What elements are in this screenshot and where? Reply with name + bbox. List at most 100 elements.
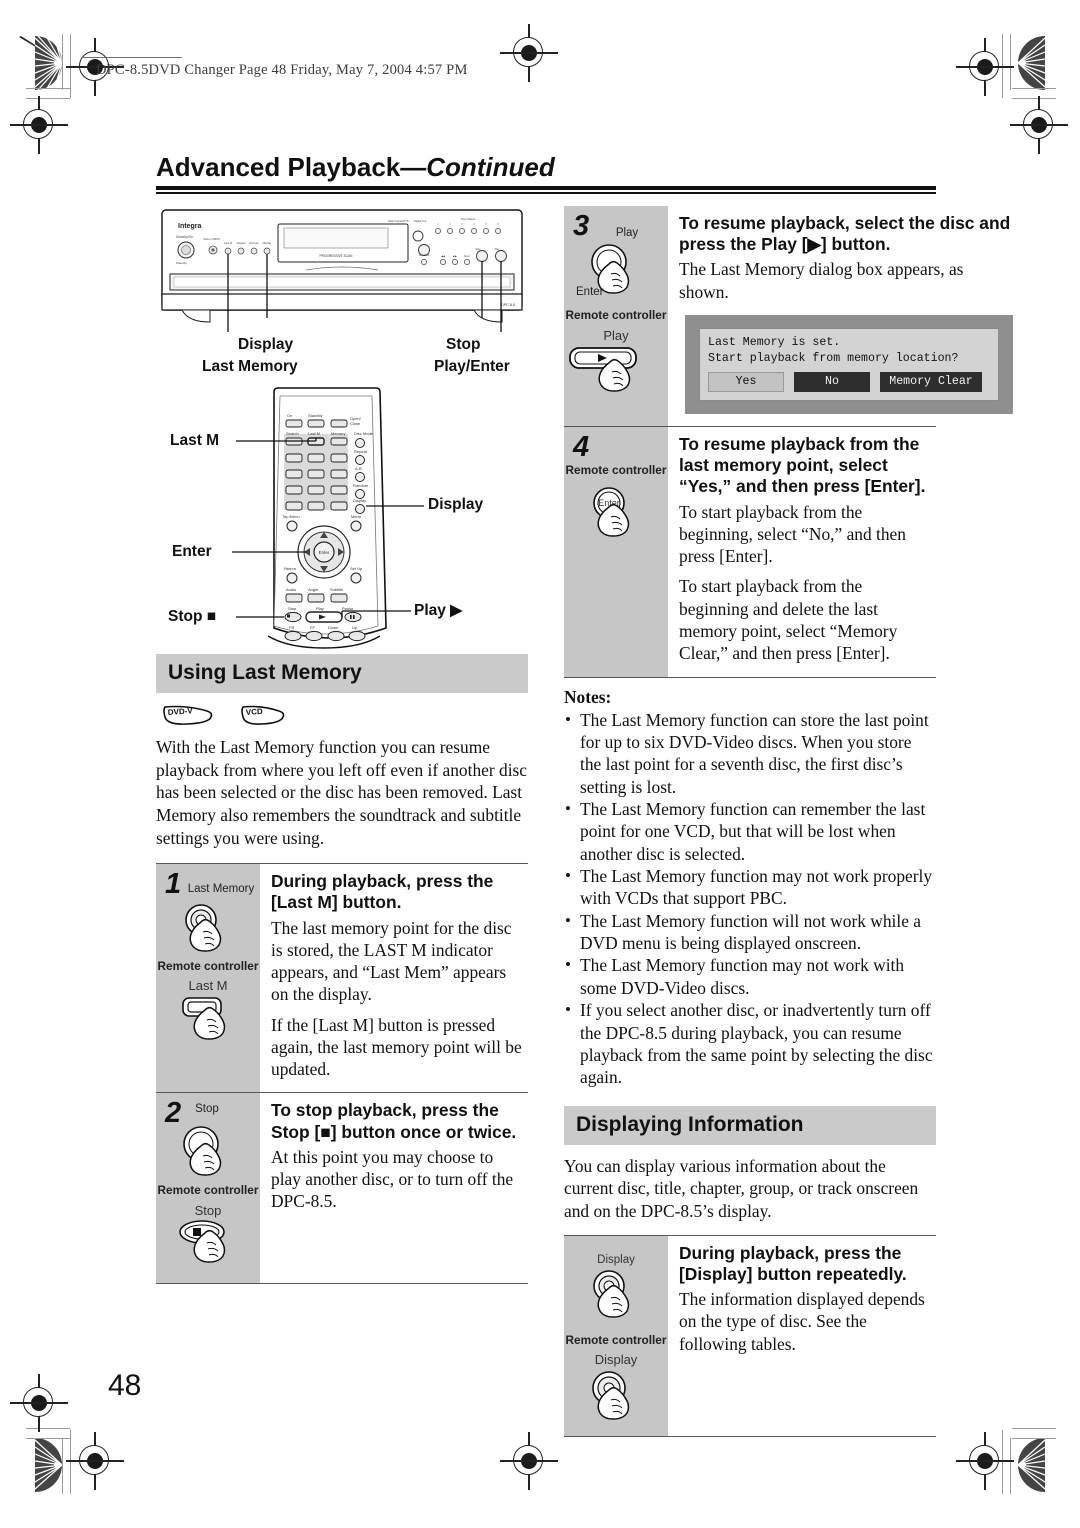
svg-text:Angle: Angle xyxy=(308,587,319,592)
press-display-button-icon xyxy=(593,1269,630,1318)
step-2-gutter: 2 Stop Remote controller Stop xyxy=(156,1093,260,1283)
dialog-no-button[interactable]: No xyxy=(794,371,870,392)
dialog-yes-button[interactable]: Yes xyxy=(708,371,784,392)
dvd-v-label: DVD-V xyxy=(168,706,194,717)
step-4-number: 4 xyxy=(573,430,590,463)
svg-text:FR: FR xyxy=(289,625,294,630)
svg-text:Standby: Standby xyxy=(308,413,323,418)
device-illustration: Integra Standby/On Standby Video Off/On … xyxy=(156,206,528,378)
page-title-continued: —Continued xyxy=(400,152,555,182)
svg-text:Enter: Enter xyxy=(319,550,330,555)
dialog-memory-clear-button[interactable]: Memory Clear xyxy=(880,371,982,392)
note-item: The Last Memory function can remember th… xyxy=(564,798,936,865)
page-number: 48 xyxy=(108,1369,142,1402)
svg-text:Disc Status: Disc Status xyxy=(461,217,476,221)
step-2-remote-button-label: Stop xyxy=(194,1202,222,1218)
svg-text:Stop: Stop xyxy=(475,248,481,251)
note-item: The Last Memory function will not work w… xyxy=(564,910,936,955)
svg-text:Play: Play xyxy=(495,248,501,251)
step-2-remote-caption: Remote controller xyxy=(157,1183,259,1198)
step-4-remote-caption: Remote controller xyxy=(565,462,667,477)
svg-text:Up: Up xyxy=(352,625,358,630)
step-1: 1 Last Memory Remote controller Last M D… xyxy=(156,864,528,1094)
note-item: The Last Memory function may not work wi… xyxy=(564,954,936,999)
title-rule xyxy=(156,186,936,190)
device-display-text: PROGRESSIVE SCAN xyxy=(320,254,354,258)
svg-text:Close: Close xyxy=(350,421,361,426)
callout-last-memory: Last Memory xyxy=(202,358,298,375)
step-1-body: During playback, press the [Last M] butt… xyxy=(260,864,528,1092)
display-step-gutter: Display Remote controller Display xyxy=(564,1235,668,1436)
press-display-button-icon xyxy=(592,1370,630,1420)
step-2-heading: To stop playback, press the Stop [■] but… xyxy=(271,1100,517,1142)
press-enter-button-icon: Enter xyxy=(593,487,630,537)
step-4-paragraph-1: To start playback from the beginning, se… xyxy=(679,501,906,567)
callout-remote-last-m: Last M xyxy=(170,432,220,449)
step-1-remote-button-label: Last M xyxy=(188,978,228,994)
svg-text:Standby: Standby xyxy=(176,261,188,265)
step-1-panel-button-label: Last Memory xyxy=(187,883,255,896)
note-item: The Last Memory function can store the l… xyxy=(564,709,936,798)
callout-remote-enter: Enter xyxy=(172,543,212,560)
step-1-paragraph-1: The last memory point for the disc is st… xyxy=(271,917,512,1005)
svg-text:On: On xyxy=(287,413,292,418)
callout-play-enter: Play/Enter xyxy=(434,358,510,375)
step-2-body: To stop playback, press the Stop [■] but… xyxy=(260,1093,528,1282)
svg-text:Return: Return xyxy=(284,566,296,571)
note-item: The Last Memory function may not work pr… xyxy=(564,865,936,910)
step-3-heading: To resume playback, select the disc and … xyxy=(679,213,1011,255)
title-rule-thin xyxy=(156,192,936,194)
svg-text:Integra: Integra xyxy=(178,223,201,230)
page-title: Advanced Playback—Continued xyxy=(156,152,936,183)
svg-text:Stop: Stop xyxy=(288,606,297,611)
intro-paragraph: With the Last Memory function you can re… xyxy=(156,737,528,848)
svg-text:Standby/On: Standby/On xyxy=(176,235,193,239)
section-heading-using-last-memory: Using Last Memory xyxy=(156,654,528,693)
step-1-gutter: 1 Last Memory Remote controller Last M xyxy=(156,864,260,1093)
note-item: If you select another disc, or inadverte… xyxy=(564,999,936,1088)
dialog-button-row: Yes No Memory Clear xyxy=(708,371,990,392)
step-4-heading: To resume playback from the last memory … xyxy=(679,433,926,497)
left-column: Integra Standby/On Standby Video Off/On … xyxy=(156,206,528,1284)
displaying-information-intro: You can display various information abou… xyxy=(564,1155,936,1223)
step-3-paragraph-1: The Last Memory dialog box appears, as s… xyxy=(679,259,964,302)
step-1-heading: During playback, press the [Last M] butt… xyxy=(271,871,494,913)
page-title-main: Advanced Playback xyxy=(156,152,401,182)
svg-text:Last M: Last M xyxy=(308,431,320,436)
dvd-v-disc-icon: DVD-V xyxy=(162,704,214,731)
step-4-paragraph-2: To start playback from the beginning and… xyxy=(679,576,898,664)
step-list-left: 1 Last Memory Remote controller Last M D… xyxy=(156,863,528,1284)
step-3-body: To resume playback, select the disc and … xyxy=(668,206,1015,426)
svg-text:Dolby Digital DTS: Dolby Digital DTS xyxy=(388,219,409,223)
step-4: 4 Remote controller Enter To resume play… xyxy=(564,426,936,678)
press-play-bar-icon xyxy=(569,347,637,392)
svg-text:Disc Skip: Disc Skip xyxy=(419,254,430,257)
notes-list: The Last Memory function can store the l… xyxy=(564,709,936,1089)
svg-text:Pause: Pause xyxy=(342,606,354,611)
press-stop-button-icon xyxy=(179,1219,226,1263)
vcd-disc-icon: VCD xyxy=(240,704,286,731)
svg-text:Dimmer: Dimmer xyxy=(249,241,259,245)
svg-text:Video Off/On: Video Off/On xyxy=(203,237,221,241)
display-step-paragraph-1: The information displayed depends on the… xyxy=(679,1288,925,1354)
svg-text:Top Menu: Top Menu xyxy=(282,514,300,519)
svg-text:Display: Display xyxy=(263,241,272,245)
svg-text:Next: Next xyxy=(464,255,469,258)
step-2-panel-button-label: Stop xyxy=(195,1103,219,1116)
displaying-intro-paragraph: You can display various information abou… xyxy=(564,1155,919,1221)
svg-text:Down: Down xyxy=(328,625,338,630)
svg-text:Repeat: Repeat xyxy=(354,449,368,454)
svg-text:Display: Display xyxy=(353,498,366,503)
callout-remote-play: Play ▶ xyxy=(414,602,463,619)
step-4-gutter: 4 Remote controller Enter xyxy=(564,426,668,677)
callout-remote-stop: Stop ■ xyxy=(168,608,217,625)
svg-text:Disc Mode: Disc Mode xyxy=(354,431,374,436)
device-model-mark: DPC-8.5 xyxy=(501,303,515,307)
svg-text:Subtitle: Subtitle xyxy=(330,587,344,592)
press-button-round-icon xyxy=(185,904,222,952)
step-2-paragraph-1: At this point you may choose to play ano… xyxy=(271,1146,514,1212)
svg-text:Repeat: Repeat xyxy=(237,241,246,245)
svg-text:A-B: A-B xyxy=(355,466,362,471)
display-step-panel-label: Display xyxy=(597,1253,635,1266)
display-step-heading: During playback, press the [Display] but… xyxy=(679,1242,907,1284)
